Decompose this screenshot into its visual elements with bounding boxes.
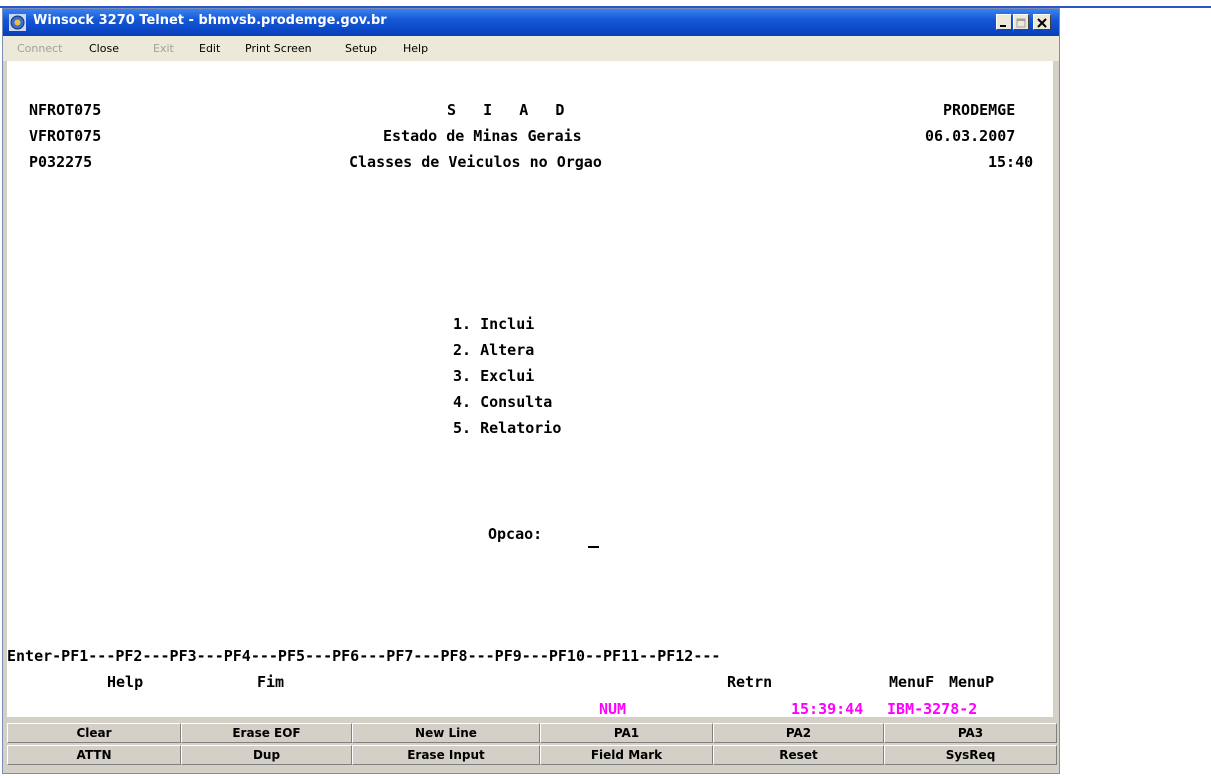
current-time: 15:40 [988, 153, 1034, 171]
minimize-icon [1000, 25, 1006, 27]
org-name: PRODEMGE [943, 101, 1016, 119]
reset-button[interactable]: Reset [713, 745, 884, 765]
sysreq-button[interactable]: SysReq [884, 745, 1057, 765]
field-mark-button[interactable]: Field Mark [540, 745, 713, 765]
option-prompt: Opcao: [488, 525, 543, 543]
clear-button[interactable]: Clear [7, 723, 181, 743]
menu-edit[interactable]: Edit [199, 42, 220, 55]
menu-connect[interactable]: Connect [17, 42, 62, 55]
attn-button[interactable]: ATTN [7, 745, 181, 765]
terminal-window: Winsock 3270 Telnet - bhmvsb.prodemge.go… [2, 8, 1060, 774]
keypad: Clear Erase EOF New Line PA1 PA2 PA3 ATT… [7, 717, 1057, 769]
erase-input-button[interactable]: Erase Input [352, 745, 540, 765]
menu-setup[interactable]: Setup [345, 42, 377, 55]
maximize-button[interactable] [1013, 14, 1029, 30]
title-bar[interactable]: Winsock 3270 Telnet - bhmvsb.prodemge.go… [3, 9, 1059, 36]
pf12-menup-label: MenuP [949, 673, 995, 691]
dup-button[interactable]: Dup [181, 745, 352, 765]
close-icon [1037, 18, 1047, 28]
pf3-fim-label: Fim [257, 673, 285, 691]
menu-print-screen[interactable]: Print Screen [245, 42, 312, 55]
pf9-retrn-label: Retrn [727, 673, 773, 691]
option-input-cursor[interactable] [588, 546, 599, 548]
option-exclui: 3. Exclui [453, 367, 535, 385]
minimize-button[interactable] [996, 14, 1012, 30]
menu-close[interactable]: Close [89, 42, 119, 55]
menu-help[interactable]: Help [403, 42, 428, 55]
current-date: 06.03.2007 [925, 127, 1016, 145]
status-time: 15:39:44 [791, 700, 864, 718]
user-id: P032275 [29, 153, 93, 171]
pf-keys-line: Enter-PF1---PF2---PF3---PF4---PF5---PF6-… [7, 647, 721, 665]
pa1-button[interactable]: PA1 [540, 723, 713, 743]
pa3-button[interactable]: PA3 [884, 723, 1057, 743]
terminal-screen[interactable]: NFROT075 VFROT075 P032275 S I A D Estado… [7, 61, 1053, 718]
pa2-button[interactable]: PA2 [713, 723, 884, 743]
erase-eof-button[interactable]: Erase EOF [181, 723, 352, 743]
close-window-button[interactable] [1033, 14, 1051, 30]
menu-bar: Connect Close Exit Edit Print Screen Set… [3, 36, 1059, 61]
menu-exit[interactable]: Exit [153, 42, 174, 55]
system-name: S I A D [447, 101, 565, 119]
option-consulta: 4. Consulta [453, 393, 553, 411]
transaction-id: VFROT075 [29, 127, 102, 145]
program-id: NFROT075 [29, 101, 102, 119]
screen-title: Classes de Veiculos no Orgao [349, 153, 602, 171]
state-name: Estado de Minas Gerais [383, 127, 582, 145]
pf11-menuf-label: MenuF [889, 673, 935, 691]
terminal-type: IBM-3278-2 [887, 700, 978, 718]
app-icon [9, 14, 26, 31]
option-altera: 2. Altera [453, 341, 535, 359]
pf1-help-label: Help [107, 673, 144, 691]
new-line-button[interactable]: New Line [352, 723, 540, 743]
window-title: Winsock 3270 Telnet - bhmvsb.prodemge.go… [33, 13, 387, 28]
option-inclui: 1. Inclui [453, 315, 535, 333]
num-lock-indicator: NUM [599, 700, 627, 718]
option-relatorio: 5. Relatorio [453, 419, 562, 437]
maximize-icon [1016, 18, 1026, 28]
